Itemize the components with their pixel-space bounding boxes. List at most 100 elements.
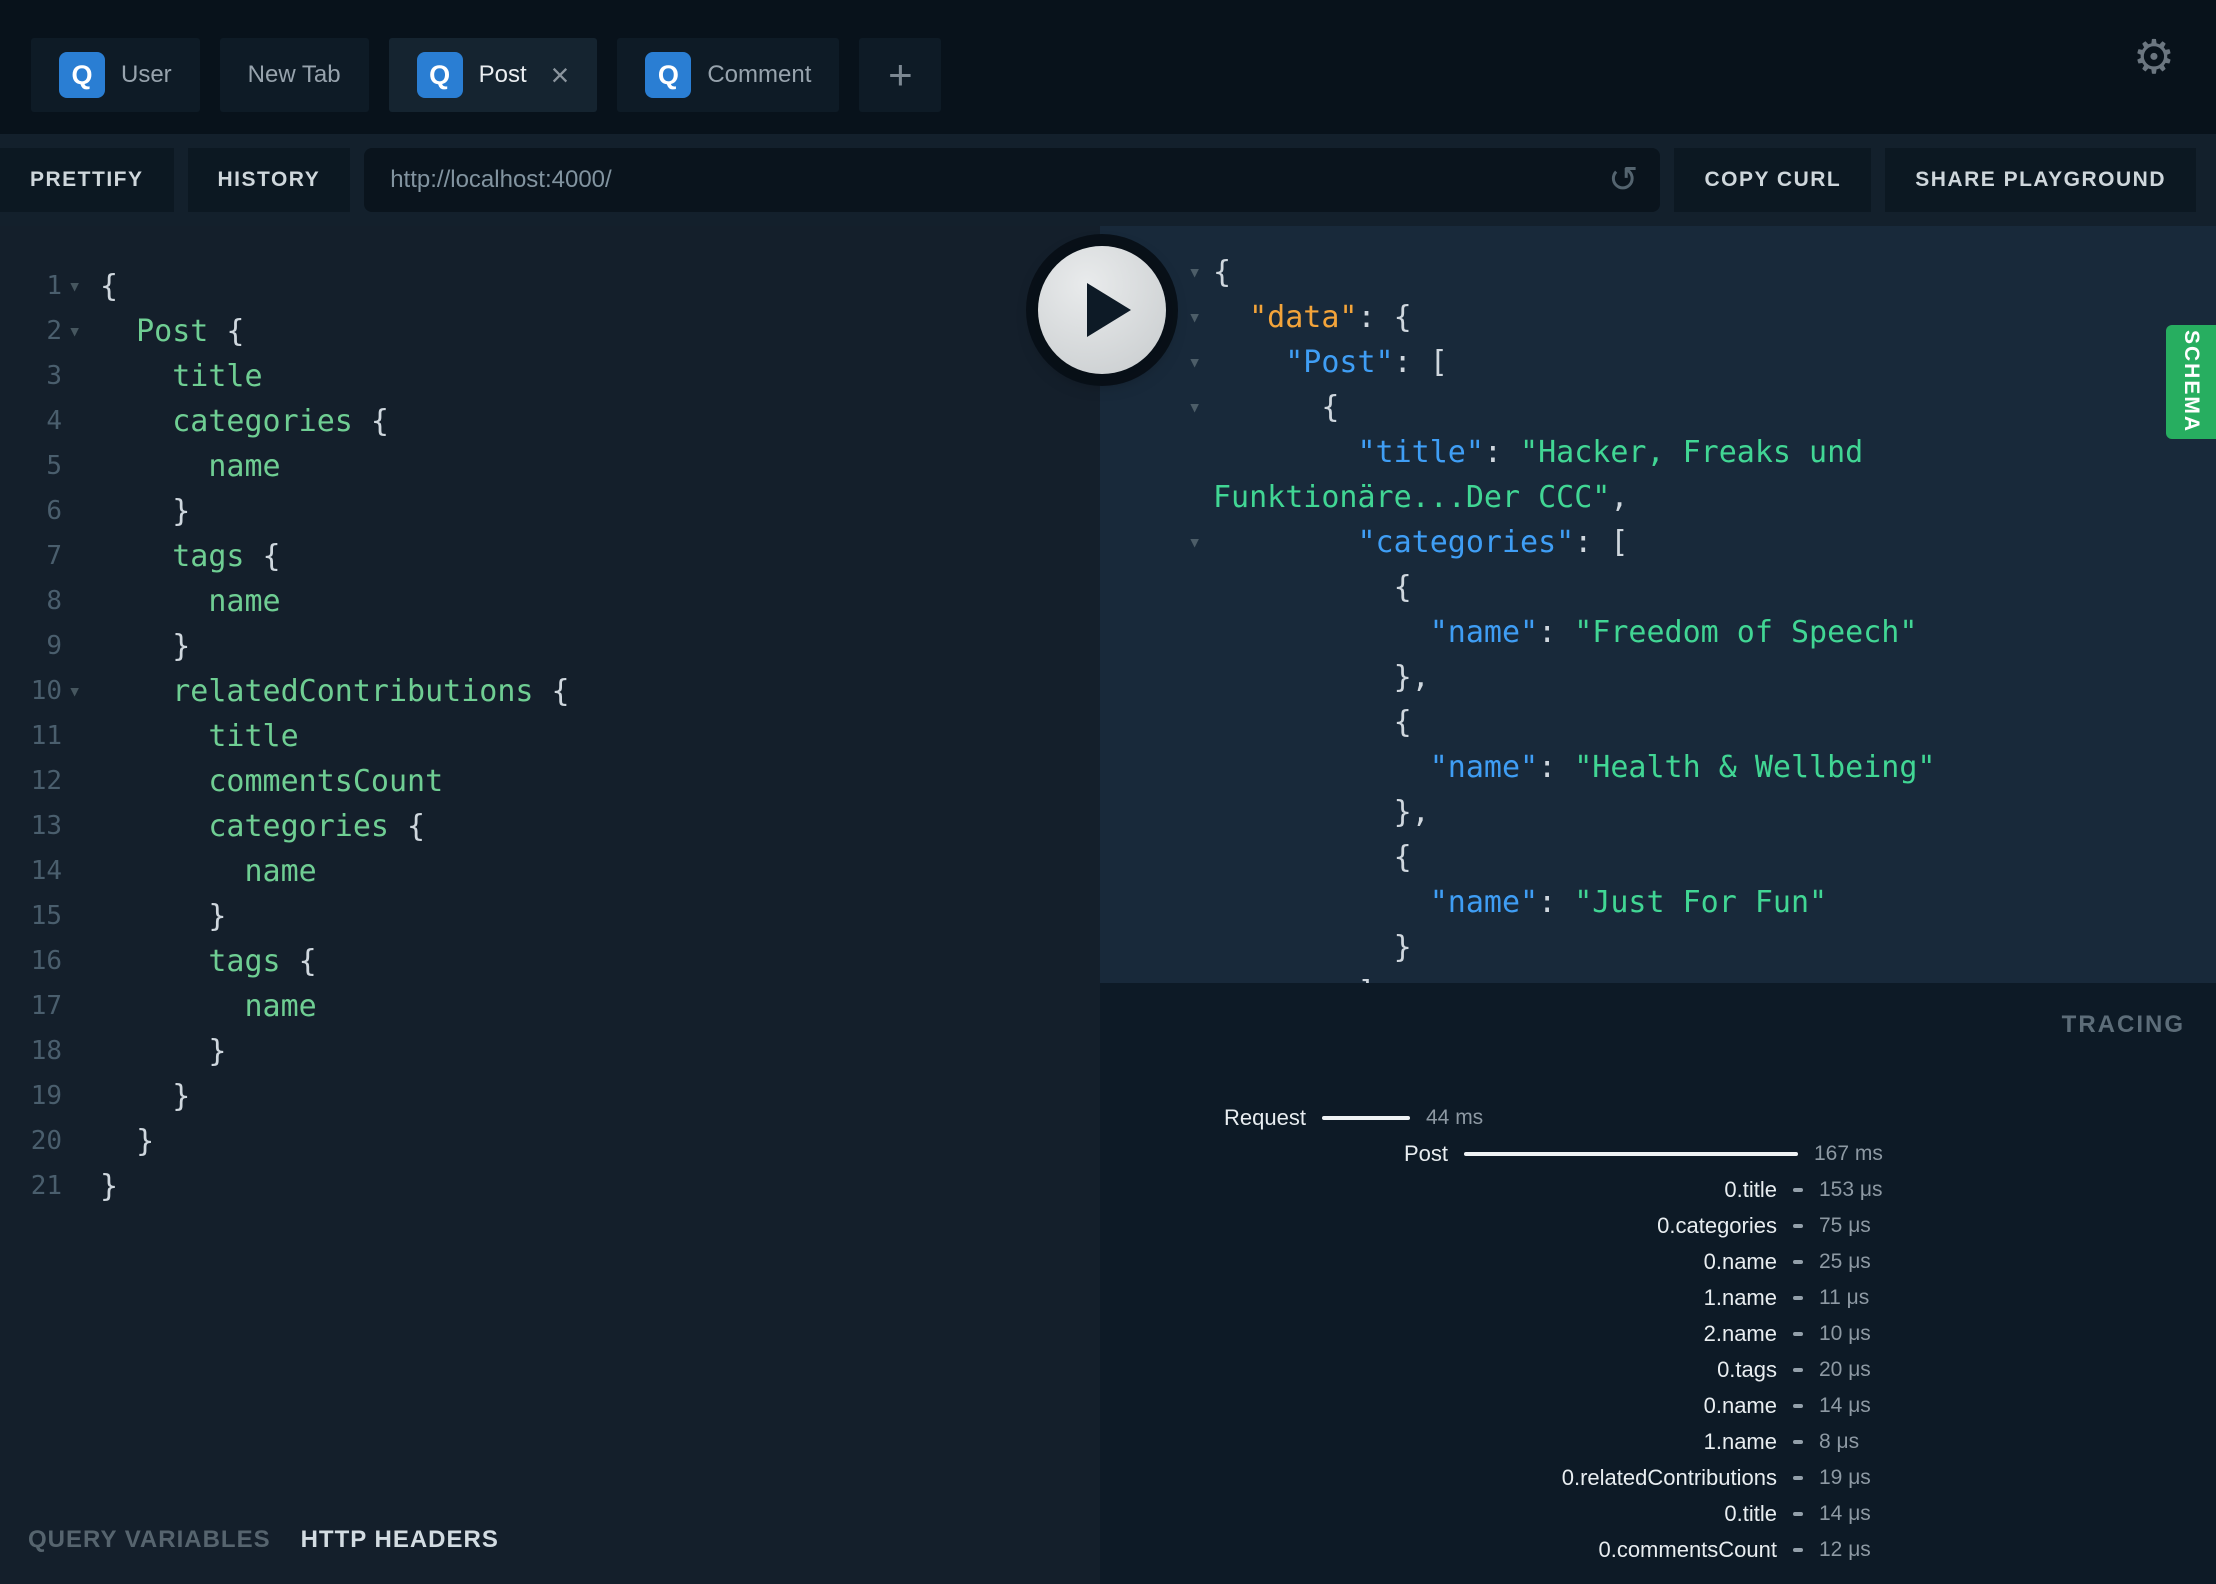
response-line: { xyxy=(1100,700,2216,745)
tracing-row: 1.name 11 μs xyxy=(1100,1280,2216,1316)
code-token: { xyxy=(1213,255,1232,290)
code-text: Post { xyxy=(136,314,244,349)
share-playground-button[interactable]: SHARE PLAYGROUND xyxy=(1885,148,2196,212)
code-text: "name": "Health & Wellbeing" xyxy=(1430,750,1936,785)
query-variables-tab[interactable]: QUERY VARIABLES xyxy=(28,1526,271,1554)
code-text: } xyxy=(172,494,190,529)
bottom-tabs-bar: QUERY VARIABLES HTTP HEADERS xyxy=(0,1496,1100,1584)
tracing-duration-bar xyxy=(1464,1152,1798,1156)
tracing-duration-value: 8 μs xyxy=(1819,1430,1860,1453)
line-number: 18 xyxy=(30,1036,62,1066)
tracing-duration-bar xyxy=(1793,1296,1803,1300)
prettify-button[interactable]: PRETTIFY xyxy=(0,148,174,212)
code-text: { xyxy=(100,269,118,304)
add-tab-button[interactable]: + xyxy=(859,38,942,112)
tab-post[interactable]: Q Post × xyxy=(388,38,598,112)
fold-arrow-icon[interactable]: ▾ xyxy=(68,264,81,309)
settings-gear-icon[interactable]: ⚙ xyxy=(2133,34,2175,81)
line-number: 9 xyxy=(46,631,62,661)
fold-arrow-icon[interactable]: ▾ xyxy=(1188,250,1201,295)
code-text: title xyxy=(172,359,262,394)
fold-arrow-icon[interactable]: ▾ xyxy=(1188,295,1201,340)
close-icon[interactable]: × xyxy=(551,59,570,91)
graphql-query-icon: Q xyxy=(59,52,105,98)
code-token: }, xyxy=(1393,660,1430,695)
code-token: "title" xyxy=(1357,435,1484,470)
tracing-span-label: 1.name xyxy=(1703,1429,1777,1454)
code-text: "categories": [ xyxy=(1357,525,1628,560)
code-token: { xyxy=(388,809,426,844)
plus-icon: + xyxy=(888,51,913,98)
code-text: title xyxy=(208,719,298,754)
code-token: Post xyxy=(136,314,209,349)
editor-line: 16 tags { xyxy=(0,939,1100,984)
history-button[interactable]: HISTORY xyxy=(187,148,351,212)
tab-user[interactable]: Q User xyxy=(31,38,200,112)
code-text: relatedContributions { xyxy=(172,674,569,709)
fold-arrow-icon[interactable]: ▾ xyxy=(68,669,81,714)
line-number: 13 xyxy=(30,811,62,841)
code-text: } xyxy=(100,1169,118,1204)
query-editor[interactable]: 1 ▾{2 ▾ Post {3 title 4 categories {5 name 6} 7 ta… xyxy=(0,226,1100,1496)
http-headers-tab[interactable]: HTTP HEADERS xyxy=(301,1526,499,1554)
editor-line: 12 commentsCount xyxy=(0,759,1100,804)
execute-query-button[interactable] xyxy=(1038,246,1166,374)
toolbar: PRETTIFY HISTORY ↺ COPY CURL SHARE PLAYG… xyxy=(0,134,2216,226)
endpoint-url-input[interactable] xyxy=(364,148,1661,212)
tracing-span-label: Request xyxy=(1224,1105,1306,1130)
tracing-duration-value: 25 μs xyxy=(1819,1250,1871,1273)
code-token: { xyxy=(1393,840,1412,875)
code-token: } xyxy=(172,1079,191,1114)
line-number: 1 xyxy=(46,271,62,301)
tab-comment[interactable]: Q Comment xyxy=(617,38,840,112)
reload-icon[interactable]: ↺ xyxy=(1608,160,1638,201)
tab-label: Comment xyxy=(707,61,812,88)
code-token: commentsCount xyxy=(208,764,444,799)
tracing-duration-value: 19 μs xyxy=(1819,1466,1871,1489)
fold-arrow-icon[interactable]: ▾ xyxy=(1188,340,1201,385)
code-text: } xyxy=(136,1124,154,1159)
code-text: { xyxy=(1394,570,1412,605)
schema-side-tab[interactable]: SCHEMA xyxy=(2166,325,2216,439)
code-text: { xyxy=(1394,705,1412,740)
code-token: { xyxy=(352,404,389,439)
fold-arrow-icon[interactable]: ▾ xyxy=(1188,520,1201,565)
tracing-span-label: 2.name xyxy=(1703,1321,1777,1346)
code-text: tags { xyxy=(172,539,280,574)
tab-new-tab[interactable]: New Tab xyxy=(219,38,369,112)
graphql-query-icon: Q xyxy=(416,52,463,98)
line-number: 12 xyxy=(30,766,62,796)
response-line: ▾{ xyxy=(1100,250,2216,295)
tracing-span-label: 0.relatedContributions xyxy=(1561,1465,1777,1490)
tracing-row: 0.name 14 μs xyxy=(1100,1388,2216,1424)
fold-arrow-icon[interactable]: ▾ xyxy=(1188,385,1201,430)
editor-line: 18} xyxy=(0,1029,1100,1074)
response-line: }, xyxy=(1100,655,2216,700)
copy-curl-button[interactable]: COPY CURL xyxy=(1674,148,1872,212)
tracing-duration-bar xyxy=(1793,1548,1803,1552)
play-icon xyxy=(1087,283,1131,337)
response-line: "name": "Health & Wellbeing" xyxy=(1100,745,2216,790)
tracing-row: 0.categories 75 μs xyxy=(1100,1208,2216,1244)
code-token: } xyxy=(208,899,227,934)
tab-label: New Tab xyxy=(247,61,341,88)
editor-line: 3 title xyxy=(0,354,1100,399)
schema-tab-label: SCHEMA xyxy=(2180,330,2203,434)
line-number: 21 xyxy=(30,1171,62,1201)
code-token: : xyxy=(1483,435,1521,470)
code-token: categories xyxy=(208,809,389,844)
fold-arrow-icon[interactable]: ▾ xyxy=(68,309,81,354)
code-text: categories { xyxy=(172,404,389,439)
code-text: } xyxy=(172,1079,190,1114)
code-text: { xyxy=(1394,840,1412,875)
tracing-title: TRACING xyxy=(2061,1011,2185,1038)
code-token: : xyxy=(1538,750,1575,785)
code-token: : [ xyxy=(1574,525,1629,560)
code-token: } xyxy=(136,1124,155,1159)
code-token: name xyxy=(244,989,317,1024)
editor-line: 13 categories { xyxy=(0,804,1100,849)
tracing-duration-bar xyxy=(1793,1260,1803,1264)
tracing-span-label: Post xyxy=(1403,1141,1448,1166)
line-number: 2 xyxy=(46,316,62,346)
line-number: 4 xyxy=(46,406,62,436)
